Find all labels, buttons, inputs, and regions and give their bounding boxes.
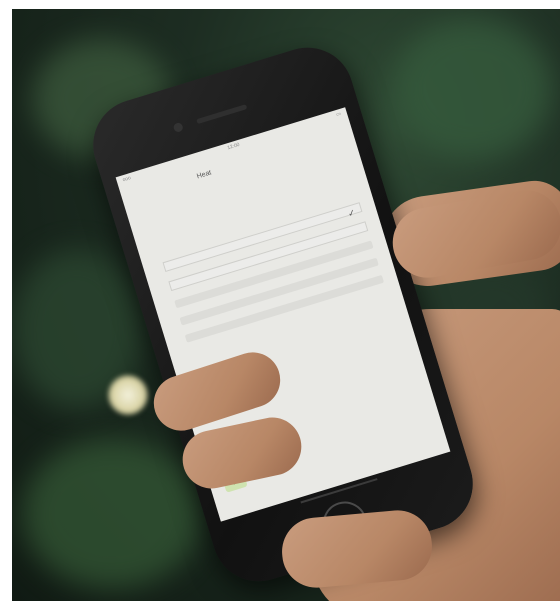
- background-foliage: ooo 12:00 ▭ Heat ✓: [12, 9, 560, 601]
- front-camera-icon: [172, 121, 184, 134]
- checkmark-icon: ✓: [346, 207, 357, 219]
- photo: ooo 12:00 ▭ Heat ✓: [0, 0, 560, 607]
- footer-link[interactable]: [426, 419, 430, 430]
- earpiece: [196, 104, 248, 125]
- carrier-text: ooo: [121, 175, 132, 184]
- battery-icon: ▭: [335, 110, 342, 119]
- phone-body: ooo 12:00 ▭ Heat ✓: [81, 36, 485, 593]
